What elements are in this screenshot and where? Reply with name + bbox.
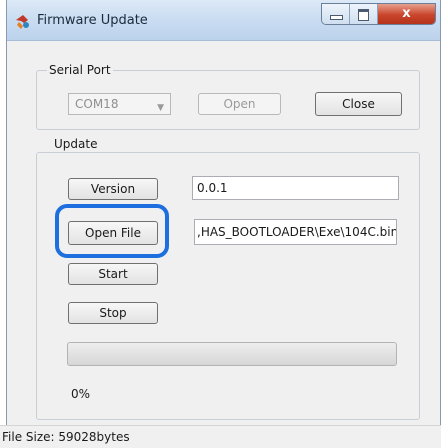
close-port-button[interactable]: Close [315,92,402,116]
start-button-label: Start [98,267,128,281]
maximize-icon [358,9,369,21]
version-field[interactable]: 0.0.1 [192,176,399,200]
maximize-button[interactable] [350,4,378,24]
close-window-button[interactable]: x [378,4,435,24]
status-bar: File Size: 59028bytes [0,425,441,448]
window-controls: x [321,3,436,25]
progress-text: 0% [71,387,91,401]
file-path-value: ,HAS_BOOTLOADER\Exe\104C.bin [197,225,397,239]
dropdown-arrow-icon: ▼ [157,103,164,113]
stop-button[interactable]: Stop [68,302,158,324]
close-port-label: Close [342,97,375,111]
stop-button-label: Stop [99,306,127,320]
open-port-label: Open [223,97,256,111]
title-bar[interactable]: Firmware Update x [7,0,440,41]
open-port-button[interactable]: Open [198,93,281,115]
minimize-button[interactable] [322,4,350,24]
firmware-update-window: Firmware Update x Serial Port COM18 ▼ Op… [6,0,441,447]
minimize-icon [330,15,343,20]
window-title: Firmware Update [37,13,148,28]
version-button-label: Version [90,182,136,196]
progress-bar [67,342,397,366]
file-size-text: File Size: 59028bytes [2,430,130,444]
version-button[interactable]: Version [68,178,158,200]
port-select[interactable]: COM18 ▼ [68,93,171,115]
serial-port-label: Serial Port [47,63,113,77]
app-icon [16,15,29,29]
close-icon: x [402,6,411,21]
file-path-field[interactable]: ,HAS_BOOTLOADER\Exe\104C.bin [194,219,397,245]
update-label: Update [52,137,100,151]
start-button[interactable]: Start [68,263,158,285]
open-file-highlight [55,204,169,258]
port-select-value: COM18 [75,97,119,111]
version-value: 0.0.1 [197,181,228,195]
